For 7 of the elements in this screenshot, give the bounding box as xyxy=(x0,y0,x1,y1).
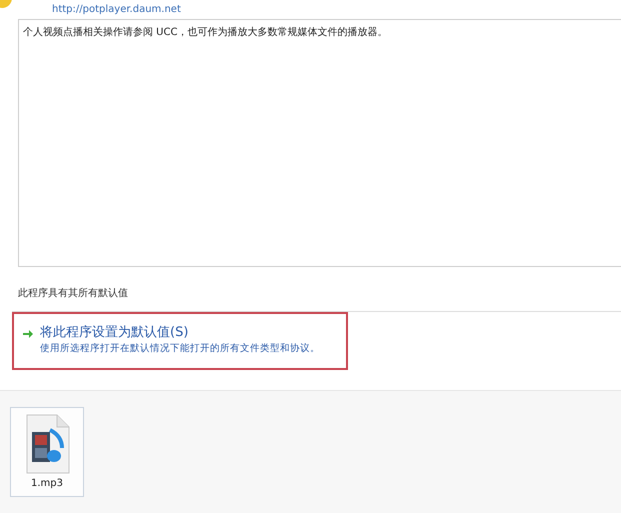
arrow-icon xyxy=(22,328,34,340)
defaults-status-text: 此程序具有其所有默认值 xyxy=(18,287,129,301)
program-url[interactable]: http://potplayer.daum.net xyxy=(52,2,181,17)
audio-file-icon xyxy=(24,414,70,474)
file-item[interactable]: 1.mp3 xyxy=(10,407,84,497)
description-text: 个人视频点播相关操作请参阅 UCC，也可作为播放大多数常规媒体文件的播放器。 xyxy=(18,18,621,267)
set-default-command-link[interactable]: 将此程序设置为默认值(S) 使用所选程序打开在默认情况下能打开的所有文件类型和协议。 xyxy=(12,312,348,370)
